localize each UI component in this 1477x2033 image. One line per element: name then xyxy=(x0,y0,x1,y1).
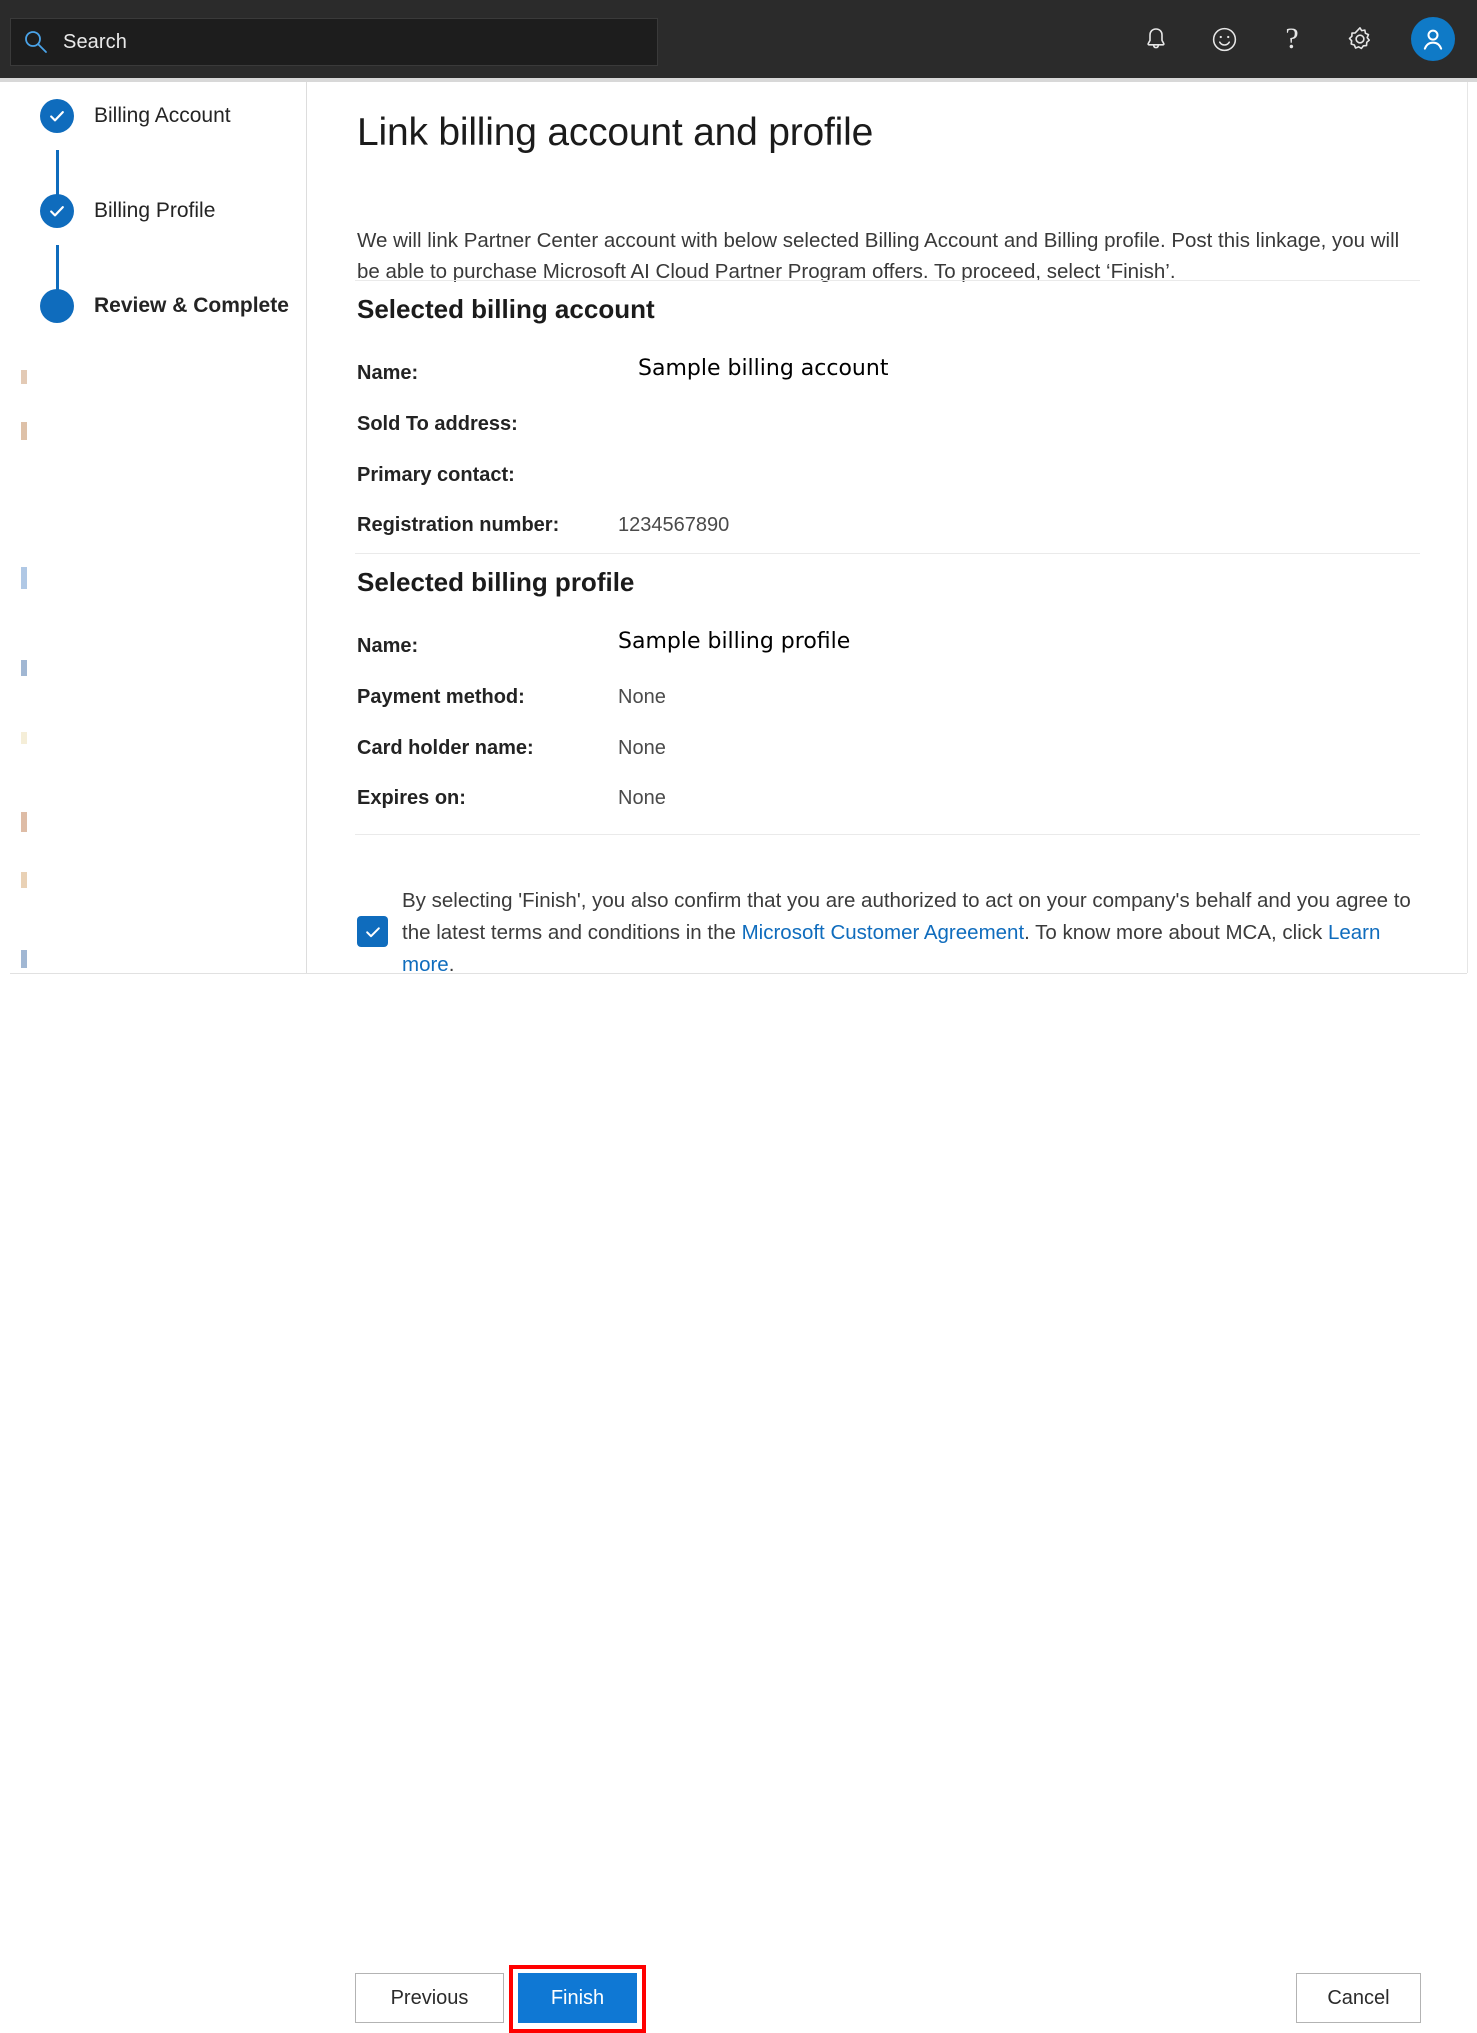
field-value-expires-on: None xyxy=(618,787,666,810)
main-content-panel: Link billing account and profile We will… xyxy=(307,82,1467,973)
settings-gear-icon[interactable] xyxy=(1343,22,1377,56)
sidebar-step-billing-account[interactable]: Billing Account xyxy=(40,99,231,133)
field-label-expires-on: Expires on: xyxy=(357,787,466,810)
capture-artifact xyxy=(21,370,27,384)
capture-artifact xyxy=(21,950,27,968)
field-value-profile-name: Sample billing profile xyxy=(618,629,850,654)
page-title: Link billing account and profile xyxy=(357,111,873,155)
divider-above-billing-profile xyxy=(355,553,1420,554)
search-placeholder-text: Search xyxy=(63,31,127,54)
microsoft-customer-agreement-link[interactable]: Microsoft Customer Agreement xyxy=(742,921,1025,944)
help-question-glyph: ? xyxy=(1285,24,1298,54)
step-current-dot-icon xyxy=(40,289,74,323)
terms-agreement-checkbox[interactable] xyxy=(357,916,388,947)
field-label-registration-number: Registration number: xyxy=(357,514,559,537)
field-value-account-name: Sample billing account xyxy=(638,356,888,381)
intro-paragraph: We will link Partner Center account with… xyxy=(357,225,1422,287)
help-icon[interactable]: ? xyxy=(1275,22,1309,56)
top-navigation-bar: Search ? xyxy=(0,0,1477,78)
field-label-sold-to-address: Sold To address: xyxy=(357,413,518,436)
search-icon xyxy=(23,29,49,55)
field-label-account-name: Name: xyxy=(357,362,418,385)
search-input[interactable]: Search xyxy=(10,18,658,66)
field-value-registration-number: 1234567890 xyxy=(618,514,729,537)
field-label-primary-contact: Primary contact: xyxy=(357,464,515,487)
sidebar-step-billing-profile[interactable]: Billing Profile xyxy=(40,194,215,228)
finish-button[interactable]: Finish xyxy=(518,1973,637,2023)
capture-artifact xyxy=(21,422,27,440)
consent-text-part-2: . To know more about MCA, click xyxy=(1024,921,1328,944)
wizard-step-sidebar: Billing Account Billing Profile Review &… xyxy=(10,82,306,973)
step-completed-check-icon xyxy=(40,194,74,228)
sidebar-step-label: Billing Account xyxy=(94,104,231,128)
capture-artifact xyxy=(21,567,27,589)
sidebar-step-label: Review & Complete xyxy=(94,294,289,318)
capture-artifact xyxy=(21,872,27,888)
sidebar-step-label: Billing Profile xyxy=(94,199,215,223)
notifications-icon[interactable] xyxy=(1139,22,1173,56)
section-heading-billing-profile: Selected billing profile xyxy=(357,567,634,598)
field-label-profile-name: Name: xyxy=(357,635,418,658)
divider-above-billing-account xyxy=(355,280,1420,281)
previous-button[interactable]: Previous xyxy=(355,1973,504,2023)
field-label-card-holder-name: Card holder name: xyxy=(357,737,534,760)
step-completed-check-icon xyxy=(40,99,74,133)
consent-row: By selecting 'Finish', you also confirm … xyxy=(357,885,1422,973)
topbar-action-group: ? xyxy=(1139,0,1455,78)
field-label-payment-method: Payment method: xyxy=(357,686,525,709)
account-avatar[interactable] xyxy=(1411,17,1455,61)
field-value-card-holder-name: None xyxy=(618,737,666,760)
section-heading-billing-account: Selected billing account xyxy=(357,294,655,325)
capture-artifact xyxy=(21,732,27,744)
divider-above-consent xyxy=(355,834,1420,835)
feedback-smiley-icon[interactable] xyxy=(1207,22,1241,56)
consent-text-part-3: . xyxy=(449,953,455,973)
capture-artifact xyxy=(21,812,27,832)
footer-button-bar: Previous Finish Cancel xyxy=(0,974,1477,1066)
capture-artifact xyxy=(21,660,27,676)
sidebar-step-review-complete[interactable]: Review & Complete xyxy=(40,289,289,323)
cancel-button[interactable]: Cancel xyxy=(1296,1973,1421,2023)
field-value-payment-method: None xyxy=(618,686,666,709)
consent-text: By selecting 'Finish', you also confirm … xyxy=(402,885,1422,973)
panel-right-border xyxy=(1467,82,1468,973)
